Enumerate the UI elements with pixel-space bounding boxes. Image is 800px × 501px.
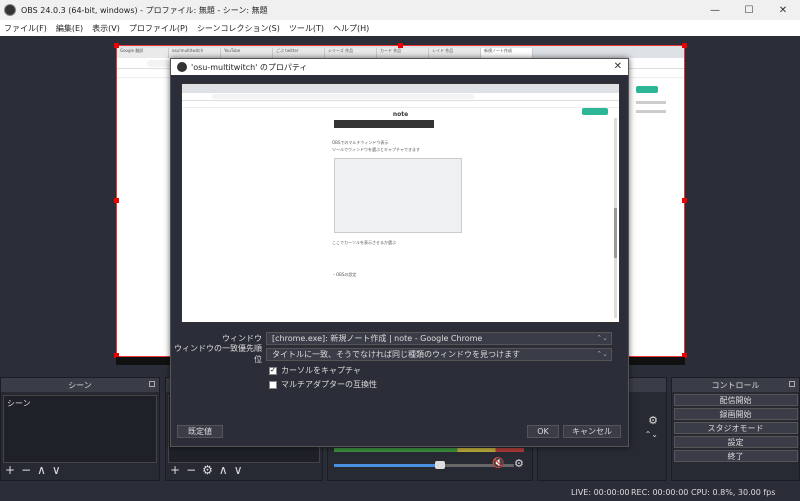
menu-file[interactable]: ファイル(F) xyxy=(4,23,47,34)
source-properties-gear-icon[interactable]: ⚙ xyxy=(202,464,213,476)
captured-scrollbar xyxy=(614,118,617,318)
captured-tab: カード 作品 xyxy=(377,48,429,58)
live-status: LIVE: 00:00:00 xyxy=(571,488,630,497)
mixer-gear-icon[interactable]: ⚙ xyxy=(514,457,524,470)
menu-tools[interactable]: ツール(T) xyxy=(289,23,324,34)
menu-profile[interactable]: プロファイル(P) xyxy=(129,23,188,34)
resize-handle[interactable] xyxy=(114,198,119,203)
settings-button[interactable]: 設定 xyxy=(673,436,798,448)
transition-gear-icon[interactable]: ⚙ xyxy=(648,414,658,427)
add-source-button[interactable]: + xyxy=(170,464,180,476)
start-streaming-button[interactable]: 配信開始 xyxy=(673,394,798,406)
multi-adapter-checkbox[interactable] xyxy=(269,380,277,389)
capture-cursor-label: カーソルをキャプチャ xyxy=(281,366,361,375)
captured-text: ・OBSの設定 xyxy=(332,272,357,277)
capture-cursor-checkbox[interactable]: ✓ xyxy=(269,366,277,375)
volume-slider-knob[interactable] xyxy=(435,461,445,469)
dialog-capture-preview: note OBSでのマルチウィンドウ表示 ツールでウィンドウを選ぶとキャプチャで… xyxy=(181,83,620,323)
dialog-close-button[interactable]: ✕ xyxy=(614,61,622,72)
add-scene-button[interactable]: + xyxy=(5,464,15,476)
captured-tab: Google 翻訳 xyxy=(117,48,169,58)
scenes-list[interactable]: シーン xyxy=(3,395,157,463)
scenes-dock: シーン シーン + − ∧ ∨ xyxy=(0,377,160,481)
window-match-priority-select[interactable]: タイトルに一致、そうでなければ同じ種類のウィンドウを見つけます ⌃⌄ xyxy=(266,347,612,361)
scenes-dock-title: シーン xyxy=(68,380,92,390)
rec-status: REC: 00:00:00 xyxy=(631,488,689,497)
menu-view[interactable]: 表示(V) xyxy=(92,23,120,34)
obs-logo-icon xyxy=(177,62,187,72)
scenes-toolbar: + − ∧ ∨ xyxy=(5,464,61,476)
window-select[interactable]: [chrome.exe]: 新規ノート作成 | note - Google Ch… xyxy=(266,331,612,345)
scene-item[interactable]: シーン xyxy=(4,396,156,411)
cpu-status: CPU: 0.8%, 30.00 fps xyxy=(691,488,776,497)
move-scene-down-button[interactable]: ∨ xyxy=(52,464,61,476)
controls-dock-title: コントロール xyxy=(711,380,760,390)
undock-icon[interactable] xyxy=(789,381,795,387)
menu-scene-collection[interactable]: シーンコレクション(S) xyxy=(197,23,280,34)
move-source-up-button[interactable]: ∧ xyxy=(219,464,228,476)
undock-icon[interactable] xyxy=(149,381,155,387)
captured-tab: シリーズ 作品 xyxy=(325,48,377,58)
window-match-priority-label: ウィンドウの一致優先順位 xyxy=(174,344,262,364)
muted-speaker-icon[interactable]: 🔇 xyxy=(492,458,504,469)
capture-cursor-row[interactable]: ✓ カーソルをキャプチャ xyxy=(269,365,361,376)
properties-dialog: 'osu-multitwitch' のプロパティ ✕ note OBSでのマルチ… xyxy=(170,58,629,447)
captured-tab: osu!multitwitch xyxy=(169,48,221,58)
move-source-down-button[interactable]: ∨ xyxy=(234,464,243,476)
maximize-button[interactable]: ☐ xyxy=(732,0,766,20)
chevron-down-icon: ⌃⌄ xyxy=(596,333,608,342)
captured-tab: レイド 作品 xyxy=(429,48,481,58)
start-recording-button[interactable]: 録画開始 xyxy=(673,408,798,420)
title-bar: OBS 24.0.3 (64-bit, windows) - プロファイル: 無… xyxy=(0,0,800,20)
studio-mode-button[interactable]: スタジオモード xyxy=(673,422,798,434)
menu-edit[interactable]: 編集(E) xyxy=(56,23,83,34)
obs-logo-icon xyxy=(4,4,16,16)
defaults-button[interactable]: 既定値 xyxy=(177,425,223,438)
window-label: ウィンドウ xyxy=(222,333,262,343)
cancel-button[interactable]: キャンセル xyxy=(563,425,621,438)
sources-toolbar: + − ⚙ ∧ ∨ xyxy=(170,464,242,476)
resize-handle[interactable] xyxy=(682,43,687,48)
volume-slider[interactable] xyxy=(334,464,444,467)
captured-note-sidebar xyxy=(636,86,676,119)
captured-tab: ごぶ twitter xyxy=(273,48,325,58)
captured-note-logo: note xyxy=(392,111,409,118)
resize-handle[interactable] xyxy=(682,198,687,203)
window-title: OBS 24.0.3 (64-bit, windows) - プロファイル: 無… xyxy=(21,5,268,15)
exit-button[interactable]: 終了 xyxy=(673,450,798,462)
ok-button[interactable]: OK xyxy=(527,425,559,438)
controls-dock: コントロール 配信開始 録画開始 スタジオモード 設定 終了 xyxy=(671,377,800,481)
remove-scene-button[interactable]: − xyxy=(21,464,31,476)
captured-text: OBSでのマルチウィンドウ表示 xyxy=(332,140,389,145)
multi-adapter-row[interactable]: マルチアダプターの互換性 xyxy=(269,379,377,390)
multi-adapter-label: マルチアダプターの互換性 xyxy=(281,380,377,389)
captured-screenshot-image xyxy=(334,158,462,233)
chevron-down-icon: ⌃⌄ xyxy=(596,349,608,358)
audio-level-meter xyxy=(334,448,524,452)
captured-tab: YouTube xyxy=(221,48,273,58)
dialog-title: 'osu-multitwitch' のプロパティ xyxy=(191,62,308,72)
menu-help[interactable]: ヘルプ(H) xyxy=(333,23,369,34)
move-scene-up-button[interactable]: ∧ xyxy=(37,464,46,476)
minimize-button[interactable]: — xyxy=(698,0,732,20)
status-bar: LIVE: 00:00:00 REC: 00:00:00 CPU: 0.8%, … xyxy=(0,483,800,501)
captured-tab: 新規ノート作成 xyxy=(481,48,533,58)
captured-text: ここでカーソルを表示させるか選ぶ xyxy=(332,240,396,245)
remove-source-button[interactable]: − xyxy=(186,464,196,476)
resize-handle[interactable] xyxy=(398,43,403,48)
resize-handle[interactable] xyxy=(114,43,119,48)
close-button[interactable]: ✕ xyxy=(766,0,800,20)
captured-text: ツールでウィンドウを選ぶとキャプチャできます xyxy=(332,147,420,152)
menu-bar: ファイル(F) 編集(E) 表示(V) プロファイル(P) シーンコレクション(… xyxy=(0,20,800,36)
duration-stepper-icon[interactable]: ⌃⌄ xyxy=(645,430,658,439)
